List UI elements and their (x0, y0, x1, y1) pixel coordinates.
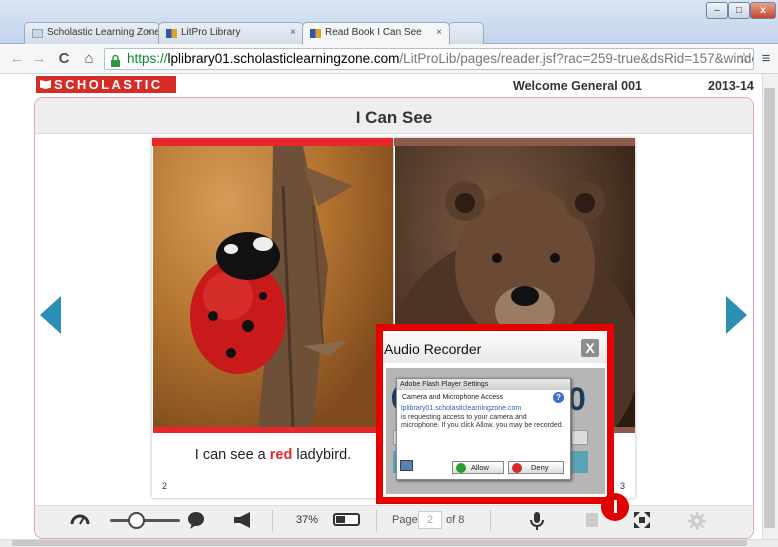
tab-label: Read Book I Can See (325, 27, 422, 38)
sentence-highlight: red (269, 447, 293, 463)
book-title: I Can See (355, 108, 433, 127)
tab-scholastic-learning-zone[interactable]: Scholastic Learning Zone × (24, 22, 160, 44)
audio-recorder-close-button[interactable]: X (581, 339, 599, 357)
back-button[interactable]: ← (8, 49, 26, 69)
alert-marker (601, 493, 629, 521)
book-logo-icon (40, 80, 51, 89)
deny-label: Deny (531, 463, 549, 472)
deny-icon (512, 463, 522, 473)
settings-gear-icon[interactable] (687, 511, 707, 536)
tab-label: LitPro Library (181, 27, 241, 38)
flash-dialog-message: lplibrary01.scholasticlearningzone.com is… (401, 405, 564, 431)
tab-close-icon[interactable]: × (290, 27, 296, 38)
fullscreen-icon[interactable] (633, 511, 651, 534)
toolbar-divider (490, 510, 491, 532)
menu-button[interactable]: ≡ (757, 49, 775, 69)
scholastic-logo: SCHOLASTIC (36, 76, 176, 93)
camera-settings-icon[interactable] (400, 460, 413, 471)
audio-recorder-title: Audio Recorder (384, 341, 482, 357)
address-bar[interactable]: https://lplibrary01.scholasticlearningzo… (104, 48, 754, 70)
permission-message: is requesting access to your camera and … (401, 413, 564, 430)
speed-slider-track[interactable] (110, 519, 180, 522)
megaphone-icon[interactable] (232, 511, 254, 534)
next-page-arrow[interactable] (726, 296, 747, 334)
allow-button[interactable]: Allow (452, 461, 504, 474)
right-page-top-band (394, 138, 635, 146)
microphone-icon[interactable] (530, 511, 544, 536)
page-number-input[interactable]: 2 (418, 511, 442, 529)
minimize-button[interactable]: – (706, 2, 728, 19)
toolbar-divider (376, 510, 377, 532)
logo-text: SCHOLASTIC (54, 77, 163, 92)
horizontal-scroll-thumb[interactable] (12, 540, 747, 546)
page-total: of 8 (446, 514, 465, 526)
speed-slider-handle[interactable] (128, 512, 145, 529)
speed-icon[interactable] (70, 511, 90, 532)
url-path: /LitProLib/pages/reader.jsf?rac=259-true… (399, 51, 754, 66)
tab-read-book[interactable]: Read Book I Can See × (302, 22, 450, 45)
sentence-start: I can see a (194, 447, 270, 463)
school-year: 2013-14 (708, 79, 754, 93)
recorder-progress-right (571, 430, 588, 445)
book-icon (166, 29, 177, 38)
zoom-toggle[interactable] (333, 513, 360, 526)
star-icon[interactable]: ☆ (735, 49, 753, 69)
deny-button[interactable]: Deny (508, 461, 564, 474)
toolbar-divider (272, 510, 273, 532)
lock-icon (110, 53, 121, 67)
page-icon (32, 29, 43, 38)
tab-label: Scholastic Learning Zone (47, 27, 160, 38)
welcome-text: Welcome General 001 (513, 79, 643, 93)
page-label: Page (392, 514, 418, 526)
right-page-number: 3 (620, 481, 626, 491)
zoom-level: 37% (296, 514, 319, 526)
url-scheme: https:// (127, 51, 168, 66)
reload-button[interactable]: C (55, 49, 73, 69)
check-icon (456, 463, 466, 473)
maximize-button[interactable]: □ (728, 2, 750, 19)
recorder-control-right (568, 451, 588, 473)
speech-bubble-icon[interactable] (186, 511, 206, 534)
recordings-icon (584, 511, 600, 534)
tab-close-icon[interactable]: × (146, 27, 152, 38)
tab-litpro-library[interactable]: LitPro Library × (158, 22, 304, 44)
left-page-number: 2 (162, 481, 168, 491)
left-page-top-band (152, 138, 393, 146)
window-close-button[interactable]: x (750, 2, 776, 19)
flash-dialog-title: Adobe Flash Player Settings (397, 379, 570, 390)
home-button[interactable]: ⌂ (80, 49, 98, 69)
ladybird-illustration (153, 146, 393, 427)
url-host: lplibrary01.scholasticlearningzone.com (167, 51, 400, 66)
left-page-bottom-band (153, 427, 393, 433)
previous-page-arrow[interactable] (40, 296, 61, 334)
help-icon[interactable]: ? (553, 392, 564, 403)
new-tab-button[interactable] (448, 22, 484, 44)
tab-close-icon[interactable]: × (436, 27, 442, 38)
forward-button[interactable]: → (30, 49, 48, 69)
book-icon (310, 29, 321, 38)
vertical-scroll-thumb[interactable] (764, 88, 775, 528)
flash-dialog-subtitle: Camera and Microphone Access (402, 394, 504, 401)
page-sentence: I can see a red ladybird. (153, 447, 393, 463)
requesting-site: lplibrary01.scholasticlearningzone.com (401, 405, 522, 412)
allow-label: Allow (471, 463, 489, 472)
sentence-end: ladybird. (292, 447, 352, 463)
